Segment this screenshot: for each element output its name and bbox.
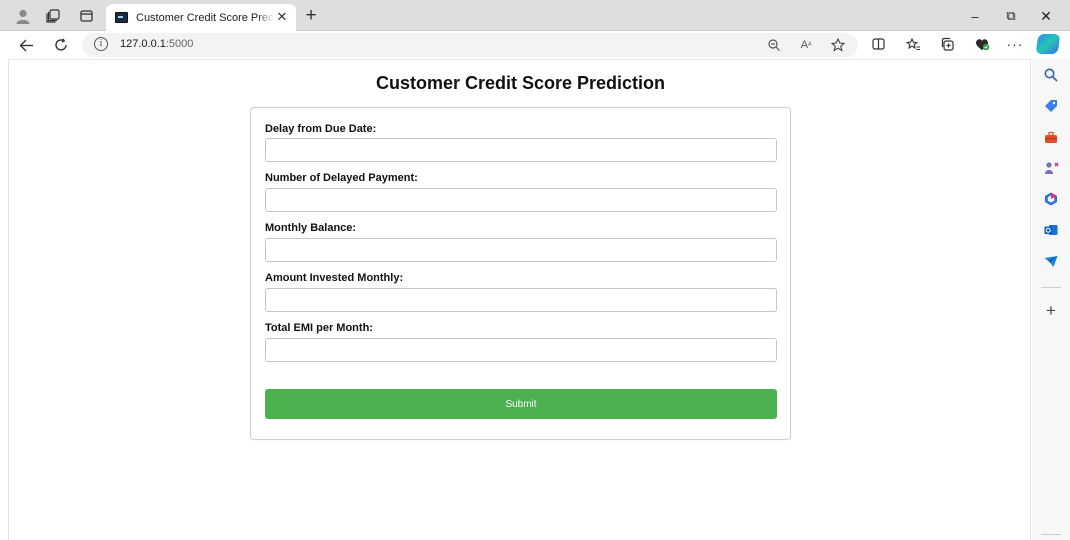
workspaces-icon[interactable]: [41, 5, 65, 27]
url-port: :5000: [165, 38, 194, 50]
address-bar[interactable]: i 127.0.0.1:5000 Aᴬ: [82, 33, 858, 57]
page-title: Customer Credit Score Prediction: [375, 73, 666, 93]
tab-title: Customer Credit Score Prediction: [136, 11, 274, 24]
number-of-delayed-payment-input[interactable]: [265, 188, 777, 212]
add-icon[interactable]: +: [1041, 301, 1061, 321]
close-window-icon[interactable]: ✕: [1029, 4, 1063, 28]
outlook-icon[interactable]: [1041, 220, 1061, 240]
terminal-favicon-icon: [115, 12, 128, 23]
sidebar-bottom-separator: [1041, 534, 1061, 535]
telegram-icon[interactable]: [1041, 251, 1061, 271]
microsoft365-icon[interactable]: [1041, 189, 1061, 209]
zoom-out-icon[interactable]: [764, 36, 784, 54]
edge-sidebar: +: [1032, 59, 1070, 540]
address-bar-row: i 127.0.0.1:5000 Aᴬ ···: [0, 31, 1070, 59]
profile-icon[interactable]: [11, 5, 35, 27]
read-aloud-icon[interactable]: Aᴬ: [796, 36, 816, 54]
amount-invested-monthly-label: Amount Invested Monthly:: [265, 272, 404, 284]
search-icon[interactable]: [1041, 65, 1061, 85]
url-text[interactable]: 127.0.0.1:5000: [120, 38, 193, 50]
monthly-balance-input[interactable]: [265, 238, 777, 262]
more-icon[interactable]: ···: [1003, 33, 1027, 55]
tools-icon[interactable]: [1041, 127, 1061, 147]
favorites-icon[interactable]: [901, 33, 925, 55]
collections-icon[interactable]: [935, 33, 959, 55]
new-tab-icon[interactable]: +: [300, 5, 322, 27]
sidebar-separator: [1041, 287, 1061, 288]
split-screen-icon[interactable]: [866, 33, 890, 55]
restore-icon[interactable]: ⧉: [994, 4, 1028, 28]
url-host: 127.0.0.1: [120, 38, 166, 50]
total-emi-per-month-label: Total EMI per Month:: [265, 322, 373, 334]
refresh-icon[interactable]: [48, 34, 74, 56]
close-tab-icon[interactable]: ✕: [274, 9, 290, 25]
delay-from-due-date-input[interactable]: [265, 138, 777, 162]
amount-invested-monthly-input[interactable]: [265, 288, 777, 312]
number-of-delayed-payment-label: Number of Delayed Payment:: [265, 172, 418, 184]
total-emi-per-month-input[interactable]: [265, 338, 777, 362]
submit-button[interactable]: Submit: [265, 389, 777, 419]
tab-actions-icon[interactable]: [74, 5, 98, 27]
extensions-icon[interactable]: [970, 33, 994, 55]
copilot-icon[interactable]: [1035, 34, 1061, 54]
info-icon[interactable]: i: [94, 37, 108, 51]
games-icon[interactable]: [1041, 158, 1061, 178]
active-tab[interactable]: Customer Credit Score Prediction ✕: [106, 4, 296, 31]
tab-bar: Customer Credit Score Prediction ✕ + – ⧉…: [0, 0, 1070, 31]
page-viewport: Customer Credit Score Prediction Delay f…: [8, 59, 1031, 540]
back-icon[interactable]: [13, 34, 39, 56]
favorite-star-icon[interactable]: [828, 36, 848, 54]
delay-from-due-date-label: Delay from Due Date:: [265, 123, 377, 135]
monthly-balance-label: Monthly Balance:: [265, 222, 357, 234]
shopping-tag-icon[interactable]: [1041, 96, 1061, 116]
credit-score-form: Delay from Due Date: Number of Delayed P…: [250, 107, 791, 440]
minimize-icon[interactable]: –: [958, 4, 992, 28]
